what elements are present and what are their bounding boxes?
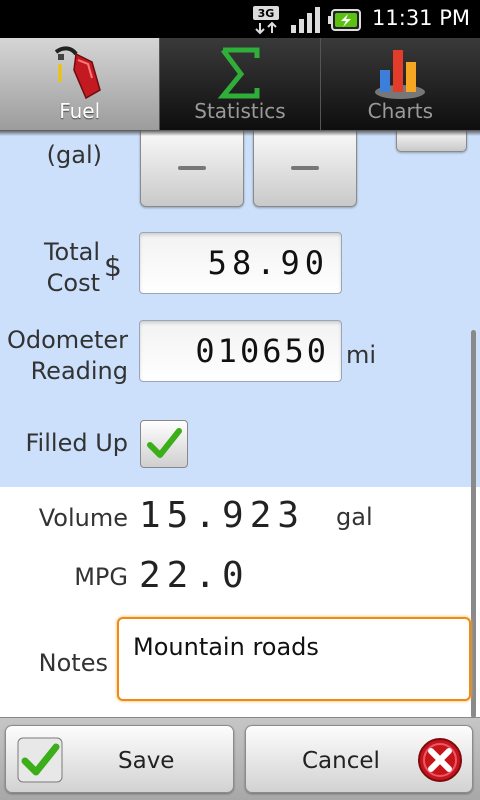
filled-up-checkbox[interactable] [140,420,188,468]
total-cost-label-line2: Cost [46,269,100,297]
notes-input[interactable]: Mountain roads [117,617,471,701]
odometer-input[interactable]: 010650 [139,320,342,382]
odometer-label-line1: Odometer [7,326,128,354]
minus-icon [178,166,206,170]
odometer-unit: mi [346,341,377,369]
battery-charging-icon [328,5,364,39]
status-time: 11:31 PM [372,6,470,30]
save-button-label: Save [118,748,175,774]
tab-statistics[interactable]: Statistics [160,38,321,130]
tab-bar-shadow [0,130,480,136]
decrement-button-left[interactable] [140,130,244,207]
sigma-icon [215,44,265,106]
fuel-pump-icon [50,44,110,106]
tab-label-charts: Charts [367,99,434,123]
total-cost-input[interactable]: 58.90 [139,232,342,294]
currency-symbol: $ [104,250,122,283]
bottom-action-bar: Save Cancel [0,717,480,800]
decrement-button-right[interactable] [253,130,357,207]
volume-unit-label: (gal) [46,141,102,169]
svg-text:3G: 3G [258,7,275,20]
tab-fuel[interactable]: Fuel [0,38,161,130]
mpg-value: 22.0 [139,555,250,596]
checkmark-icon [17,737,63,783]
tab-bar: Fuel Statistics Charts [0,38,480,130]
volume-value: 15.923 [139,495,306,536]
tab-charts[interactable]: Charts [321,38,480,130]
status-bar: 3G 11:31 PM [0,0,480,38]
bar-chart-icon [372,44,428,106]
total-cost-label-line1: Total [43,238,100,266]
filled-up-label: Filled Up [25,429,129,457]
cancel-button[interactable]: Cancel [245,725,473,793]
odometer-label-line2: Reading [30,357,128,385]
fuel-entry-form: (gal) Total Cost $ 58.90 Odometer Readin… [0,130,480,487]
cancel-x-icon [418,738,462,782]
mpg-label: MPG [74,563,128,591]
scrollbar[interactable] [471,330,476,718]
network-3g-icon: 3G [252,5,286,39]
minus-icon [291,166,319,170]
volume-unit: gal [336,503,373,531]
signal-strength-icon [290,5,324,39]
tab-label-statistics: Statistics [194,99,286,123]
tab-label-fuel: Fuel [59,99,101,123]
notes-label: Notes [38,649,108,677]
volume-label: Volume [38,504,128,532]
cancel-button-label: Cancel [302,748,380,774]
checkmark-icon [147,428,182,458]
save-button[interactable]: Save [5,725,234,793]
